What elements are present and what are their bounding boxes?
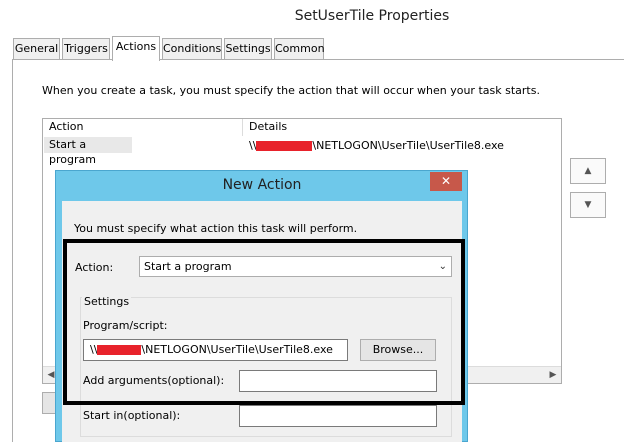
start-in-label: Start in(optional): — [83, 409, 181, 422]
details-prefix: \\ — [249, 139, 257, 152]
tab-common[interactable]: Common — [274, 38, 325, 60]
dialog-intro-text: You must specify what action this task w… — [74, 222, 358, 235]
tab-actions[interactable]: Actions — [112, 36, 160, 61]
column-header-details[interactable]: Details — [244, 119, 560, 136]
close-icon: ✕ — [440, 174, 452, 188]
tab-settings[interactable]: Settings — [224, 38, 272, 60]
close-button[interactable]: ✕ — [430, 172, 462, 191]
up-triangle-icon: ▲ — [584, 166, 592, 176]
move-up-button[interactable]: ▲ — [570, 158, 606, 184]
table-row-action-cell[interactable]: Start a program — [44, 137, 132, 166]
details-path: \NETLOGON\UserTile\UserTile8.exe — [312, 139, 504, 152]
start-in-input[interactable] — [239, 405, 437, 427]
highlight-annotation-box — [63, 239, 465, 405]
down-triangle-icon: ▼ — [584, 200, 592, 210]
tab-general[interactable]: General — [13, 38, 60, 60]
window-title: SetUserTile Properties — [294, 8, 450, 24]
column-header-action[interactable]: Action — [43, 119, 243, 136]
dialog-title: New Action — [222, 177, 302, 193]
table-row-details-cell: \\ \NETLOGON\UserTile\UserTile8.exe — [249, 138, 504, 153]
tab-triggers[interactable]: Triggers — [62, 38, 110, 60]
tab-conditions[interactable]: Conditions — [162, 38, 222, 60]
move-down-button[interactable]: ▼ — [570, 192, 606, 218]
scroll-right-icon[interactable]: ▶ — [545, 367, 561, 383]
actions-intro-text: When you create a task, you must specify… — [42, 84, 540, 97]
redaction-bar — [256, 141, 313, 151]
